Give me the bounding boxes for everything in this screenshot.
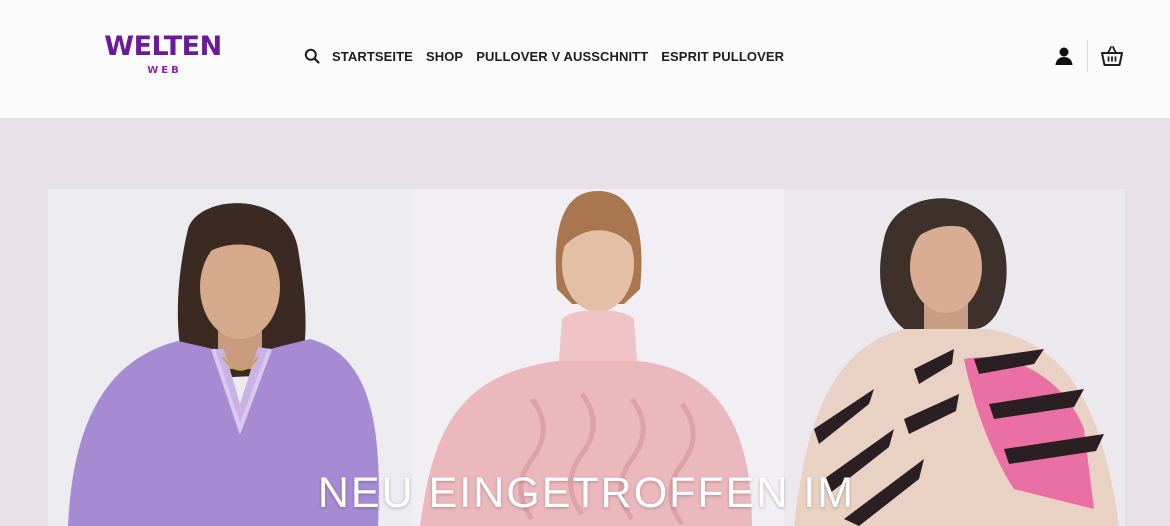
main-navigation: STARTSEITE SHOP PULLOVER V AUSSCHNITT ES… xyxy=(302,44,797,68)
nav-link-startseite[interactable]: STARTSEITE xyxy=(332,49,413,64)
nav-link-esprit-pullover[interactable]: ESPRIT PULLOVER xyxy=(661,49,784,64)
header-divider xyxy=(1087,40,1088,72)
site-header: WELTEN WEB STARTSEITE SHOP PULLOVER V AU… xyxy=(0,0,1170,118)
search-icon[interactable] xyxy=(302,46,322,66)
nav-link-shop[interactable]: SHOP xyxy=(426,49,463,64)
brand-logo-wordmark: WELTEN xyxy=(104,31,222,62)
brand-logo-subtitle: WEB xyxy=(147,65,182,76)
nav-link-pullover-v-ausschnitt[interactable]: PULLOVER V AUSSCHNITT xyxy=(476,49,648,64)
brand-logo[interactable]: WELTEN WEB xyxy=(97,30,229,86)
hero-banner[interactable]: NEU EINGETROFFEN IM xyxy=(48,189,1125,526)
hero-title: NEU EINGETROFFEN IM xyxy=(317,469,856,517)
basket-icon[interactable] xyxy=(1100,44,1124,68)
user-icon[interactable] xyxy=(1053,45,1075,67)
